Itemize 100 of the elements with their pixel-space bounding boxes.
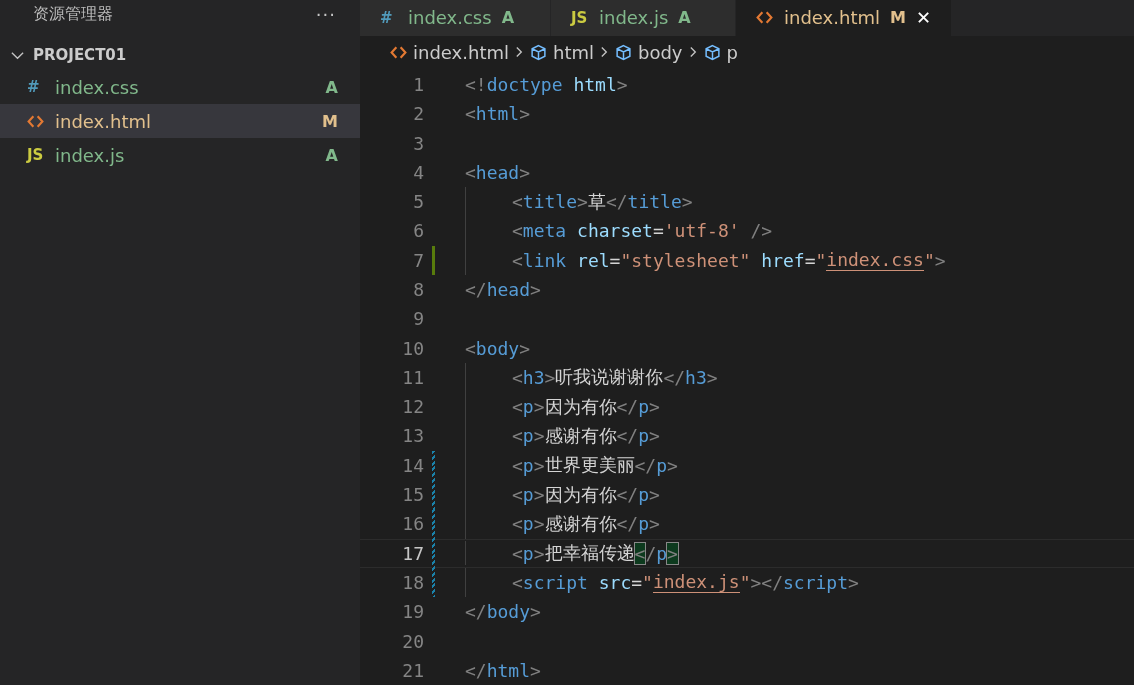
code-punctuation: > [519, 161, 531, 183]
code-tag: p [522, 396, 534, 418]
line-number: 3 [412, 132, 424, 154]
git-status: A [325, 77, 338, 97]
code-tag: p [638, 513, 650, 535]
code-text: 听我说谢谢你 [555, 365, 664, 390]
code-text: 草 [587, 189, 606, 214]
line-number: 17 [401, 542, 424, 564]
file-item[interactable]: JS index.js A [0, 138, 360, 172]
editor-tab[interactable]: index.html M ✕ [736, 0, 952, 36]
editor-tab[interactable]: # index.css A [360, 0, 551, 36]
file-item[interactable]: index.html M [0, 104, 360, 138]
more-actions-button[interactable]: ··· [315, 3, 336, 25]
line-number: 11 [401, 366, 424, 388]
code-punctuation: > [533, 425, 545, 447]
breadcrumb-item[interactable]: html [552, 41, 594, 63]
code-punctuation: > [533, 542, 545, 564]
code-punctuation: > [533, 454, 545, 476]
code-tag: h3 [685, 366, 707, 388]
file-type-icon: # [27, 78, 47, 96]
file-item[interactable]: # index.css A [0, 70, 360, 104]
code-text: 因为有你 [544, 394, 617, 419]
code-tag: p [522, 542, 534, 564]
code-attribute: href [760, 249, 805, 271]
code-punctuation: > [934, 249, 946, 271]
code-tag: h3 [522, 366, 545, 388]
line-number: 19 [401, 601, 424, 623]
code-punctuation: </ [465, 601, 487, 623]
code-punctuation: < [512, 484, 523, 506]
code-punctuation: < [512, 396, 523, 418]
code-punctuation: < [512, 249, 523, 271]
code-punctuation: </ [605, 191, 628, 213]
git-status: A [678, 8, 691, 28]
code-punctuation: </ [616, 425, 639, 447]
breadcrumb-item[interactable]: index.html [413, 41, 509, 63]
code-punctuation: </ [616, 396, 639, 418]
git-status: M [322, 111, 338, 131]
code-punctuation: </ [616, 513, 639, 535]
code-text: 世界更美丽 [544, 453, 635, 478]
code-string: " [739, 571, 751, 593]
code-string: " [815, 249, 827, 271]
explorer-title: 资源管理器 [33, 3, 113, 25]
code-punctuation: > [667, 454, 678, 476]
code-punctuation: </ [465, 659, 487, 681]
breadcrumb-item[interactable]: body [638, 41, 683, 63]
cube-icon [529, 43, 547, 61]
code-punctuation: < [512, 220, 523, 242]
cube-icon [615, 43, 632, 61]
code-tag: meta [522, 220, 567, 242]
line-number: 15 [401, 484, 424, 506]
code-tag: p [522, 484, 534, 506]
code-punctuation: < [512, 454, 523, 476]
git-status: M [889, 8, 906, 28]
breadcrumb-item[interactable]: p [726, 41, 738, 63]
code-punctuation: > [519, 337, 531, 359]
line-number: 4 [412, 161, 424, 183]
code-tag: head [486, 279, 531, 300]
code-attribute: rel [576, 249, 610, 271]
code-tag: p [638, 396, 650, 418]
close-button[interactable]: ✕ [915, 7, 931, 29]
code-punctuation: > [530, 279, 541, 300]
code-text: 感谢有你 [544, 511, 617, 536]
code-tag: p [522, 425, 534, 447]
code-punctuation: < [512, 513, 523, 535]
code-punctuation: > [533, 396, 545, 418]
code-punctuation: ></ [750, 571, 783, 593]
code-punctuation: > [681, 191, 693, 213]
code-string: 'utf-8' [663, 220, 740, 242]
code-tag: html [475, 103, 520, 125]
cube-icon [703, 43, 721, 61]
code-punctuation: </ [616, 484, 639, 506]
line-number: 10 [401, 337, 424, 359]
code-punctuation: > [848, 571, 859, 593]
line-number: 8 [412, 279, 424, 300]
code-punctuation: > [649, 484, 660, 506]
code-tag: script [522, 571, 588, 593]
code-punctuation: > [616, 73, 628, 95]
code-punctuation: < [512, 191, 523, 213]
line-number: 1 [412, 73, 424, 95]
code-punctuation: < [512, 542, 523, 564]
project-folder[interactable]: PROJECT01 [0, 40, 360, 70]
code-text: = [631, 571, 643, 593]
code-punctuation: > [530, 601, 541, 623]
code-punctuation: < [512, 366, 523, 388]
code-attribute: src [597, 571, 632, 593]
line-number: 14 [401, 454, 424, 476]
line-number: 2 [412, 103, 424, 125]
code-punctuation: > [649, 396, 660, 418]
tab-label: index.html [784, 7, 880, 29]
line-number: 20 [401, 630, 424, 652]
code-punctuation: > [544, 366, 556, 388]
code-tag: p [656, 454, 668, 476]
line-number: 16 [401, 513, 424, 535]
code-string: "stylesheet" [620, 249, 751, 271]
code-text: = [652, 220, 664, 242]
code-punctuation: /> [749, 220, 773, 242]
editor-tab[interactable]: JS index.js A [551, 0, 736, 36]
code-punctuation: </ [663, 366, 686, 388]
code-punctuation: > [530, 659, 541, 681]
code-tag: head [475, 161, 520, 183]
